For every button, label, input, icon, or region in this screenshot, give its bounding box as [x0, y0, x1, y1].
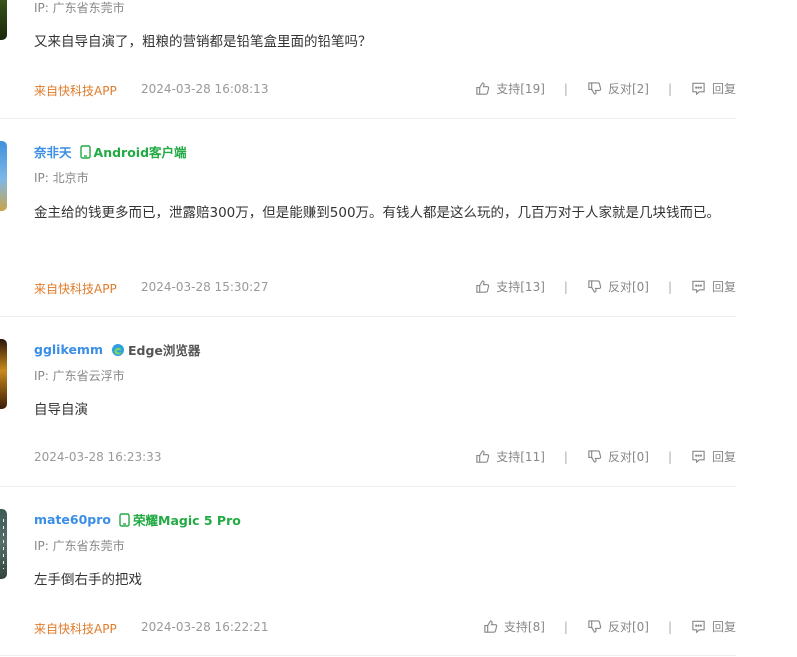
separator: |: [563, 449, 568, 464]
separator: |: [667, 81, 672, 96]
timestamp: 2024-03-28 16:22:21: [141, 620, 269, 634]
username[interactable]: mate60pro: [34, 512, 111, 527]
comment-actions: 支持[13] | 反对[0] | 回复: [475, 278, 736, 295]
device-badge: 荣耀Magic 5 Pro: [119, 510, 241, 529]
device-badge: Android客户端: [79, 142, 187, 161]
ip-location: IP: 广东省东莞市: [34, 539, 125, 553]
phone-icon: [119, 512, 130, 527]
device-label: Android客户端: [93, 145, 187, 160]
support-label: 支持[8]: [503, 620, 545, 634]
divider: [0, 316, 736, 317]
comment-text: 金主给的钱更多而已，泄露赔300万，但是能赚到500万。有钱人都是这么玩的，几百…: [34, 205, 721, 221]
timestamp: 2024-03-28 16:08:13: [141, 82, 269, 96]
divider: [0, 486, 736, 487]
thumbs-up-icon: [484, 620, 498, 633]
thumbs-up-icon: [476, 450, 490, 463]
support-label: 支持[19]: [496, 82, 545, 96]
ip-location: IP: 北京市: [34, 171, 89, 185]
thumbs-down-icon: [588, 620, 602, 633]
timestamp: 2024-03-28 16:23:33: [34, 450, 162, 464]
divider: [0, 655, 736, 656]
comment-text: 自导自演: [34, 402, 88, 418]
avatar[interactable]: [0, 0, 7, 40]
reply-label: 回复: [711, 82, 736, 96]
timestamp: 2024-03-28 15:30:27: [141, 280, 269, 294]
reply-label: 回复: [711, 620, 736, 634]
oppose-label: 反对[0]: [607, 450, 649, 464]
separator: |: [563, 619, 568, 634]
support-label: 支持[13]: [496, 280, 545, 294]
thumbs-up-icon: [476, 82, 490, 95]
support-button[interactable]: 支持[11]: [475, 448, 545, 465]
avatar[interactable]: [0, 339, 7, 409]
avatar[interactable]: [0, 509, 7, 579]
oppose-button[interactable]: 反对[2]: [587, 80, 649, 97]
comment-footer: 来自快科技APP 2024-03-28 16:22:21 支持[8] | 反对[…: [34, 618, 736, 638]
separator: |: [667, 279, 672, 294]
device-label: Edge浏览器: [127, 343, 201, 358]
thumbs-down-icon: [588, 82, 602, 95]
oppose-label: 反对[0]: [607, 620, 649, 634]
avatar[interactable]: [0, 141, 7, 211]
comment-icon: [692, 620, 705, 634]
comment-icon: [692, 82, 705, 96]
reply-button[interactable]: 回复: [691, 618, 736, 635]
support-button[interactable]: 支持[19]: [475, 80, 545, 97]
comment-actions: 支持[11] | 反对[0] | 回复: [475, 448, 736, 465]
username[interactable]: gglikemm: [34, 342, 103, 357]
comment-footer: 2024-03-28 16:23:33 支持[11] | 反对[0] | 回复: [34, 448, 736, 468]
device-label: 荣耀Magic 5 Pro: [133, 513, 241, 528]
comment-meta: gglikemm Edge浏览器: [34, 340, 200, 359]
comment-text: 又来自导自演了，粗粮的营销都是铅笔盒里面的铅笔吗？: [34, 34, 372, 50]
source-label: 来自快科技APP: [34, 622, 117, 636]
edge-icon: [111, 343, 124, 356]
oppose-button[interactable]: 反对[0]: [587, 278, 649, 295]
support-label: 支持[11]: [496, 450, 545, 464]
reply-label: 回复: [711, 280, 736, 294]
reply-label: 回复: [711, 450, 736, 464]
source-label: 来自快科技APP: [34, 84, 117, 98]
comment-footer: 来自快科技APP 2024-03-28 15:30:27 支持[13] | 反对…: [34, 278, 736, 298]
oppose-button[interactable]: 反对[0]: [587, 618, 649, 635]
phone-icon: [79, 144, 91, 159]
divider: [0, 118, 736, 119]
thumbs-down-icon: [588, 450, 602, 463]
username[interactable]: 奈非天: [34, 142, 72, 161]
comment-footer: 来自快科技APP 2024-03-28 16:08:13 支持[19] | 反对…: [34, 80, 736, 100]
ip-location: IP: 广东省东莞市: [34, 1, 125, 15]
device-badge: Edge浏览器: [111, 340, 200, 359]
thumbs-down-icon: [588, 280, 602, 293]
comment-meta: mate60pro 荣耀Magic 5 Pro: [34, 510, 241, 529]
support-button[interactable]: 支持[8]: [483, 618, 545, 635]
separator: |: [563, 81, 568, 96]
support-button[interactable]: 支持[13]: [475, 278, 545, 295]
reply-button[interactable]: 回复: [691, 448, 736, 465]
comment-actions: 支持[19] | 反对[2] | 回复: [475, 80, 736, 97]
separator: |: [667, 449, 672, 464]
comment-actions: 支持[8] | 反对[0] | 回复: [483, 618, 736, 635]
oppose-label: 反对[2]: [607, 82, 649, 96]
reply-button[interactable]: 回复: [691, 80, 736, 97]
comment-icon: [692, 280, 705, 294]
separator: |: [563, 279, 568, 294]
separator: |: [667, 619, 672, 634]
oppose-button[interactable]: 反对[0]: [587, 448, 649, 465]
thumbs-up-icon: [476, 280, 490, 293]
comment-icon: [692, 450, 705, 464]
comment-text: 左手倒右手的把戏: [34, 572, 142, 588]
reply-button[interactable]: 回复: [691, 278, 736, 295]
source-label: 来自快科技APP: [34, 282, 117, 296]
comment-meta: 奈非天 Android客户端: [34, 142, 187, 161]
ip-location: IP: 广东省云浮市: [34, 369, 125, 383]
oppose-label: 反对[0]: [607, 280, 649, 294]
